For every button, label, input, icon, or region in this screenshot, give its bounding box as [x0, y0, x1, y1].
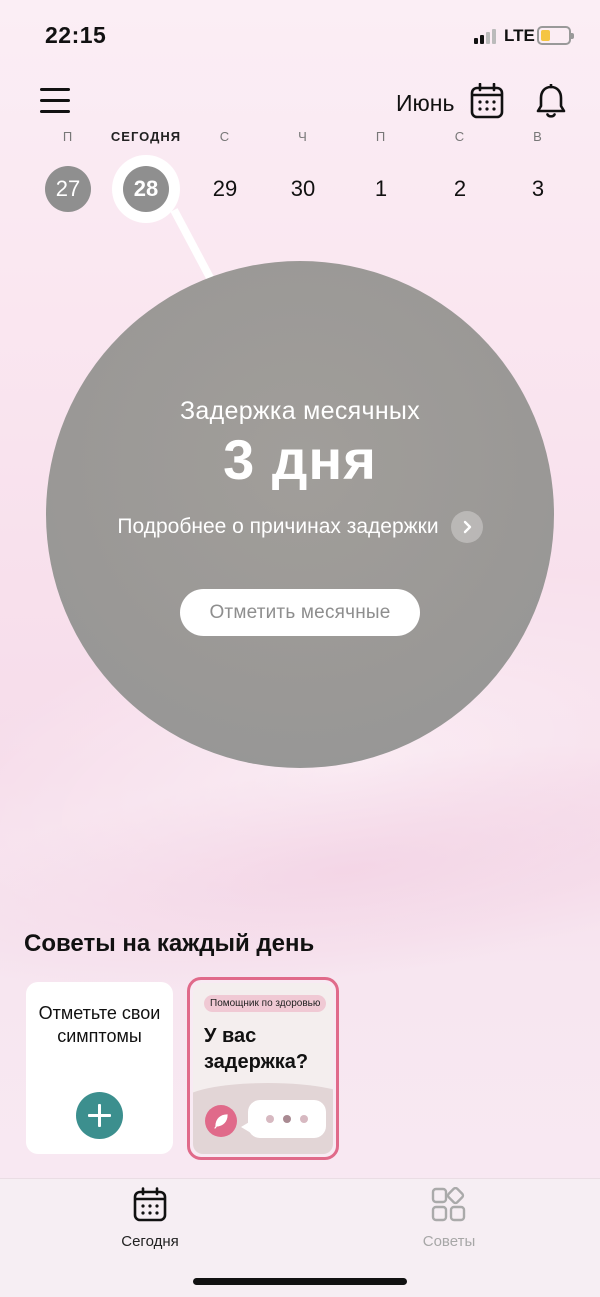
day-number[interactable]: 29 [202, 166, 248, 212]
home-indicator[interactable] [193, 1278, 407, 1285]
health-assistant-story-card[interactable]: Помощник по здоровью У вас задержка? [187, 977, 339, 1160]
delay-value: 3 дня [223, 428, 377, 491]
plus-icon[interactable] [76, 1092, 123, 1139]
delay-caption: Задержка месячных [180, 397, 420, 425]
weekday-label: В [533, 129, 543, 144]
weekday-item[interactable]: П 27 [28, 128, 108, 212]
weekday-item-today[interactable]: СЕГОДНЯ 28 [106, 128, 186, 212]
tab-tips-label: Советы [422, 1233, 476, 1250]
day-number[interactable]: 1 [358, 166, 404, 212]
day-number[interactable]: 27 [45, 166, 91, 212]
weekday-item[interactable]: В 3 [498, 128, 578, 212]
month-label[interactable]: Июнь [396, 90, 454, 117]
day-number-today[interactable]: 28 [123, 166, 169, 212]
weekday-item[interactable]: С 2 [420, 128, 500, 212]
delay-details-label: Подробнее о причинах задержки [117, 515, 439, 538]
tab-today-label: Сегодня [121, 1233, 179, 1250]
weekday-label: Ч [298, 129, 308, 144]
calendar-icon [132, 1187, 168, 1223]
status-time: 22:15 [45, 22, 107, 48]
assistant-avatar [205, 1105, 237, 1137]
mark-period-button[interactable]: Отметить месячные [180, 589, 420, 636]
story-headline: У вас задержка? [204, 1025, 309, 1073]
chevron-right-icon [450, 511, 483, 543]
bell-icon[interactable] [535, 83, 567, 120]
story-badge: Помощник по здоровью [204, 995, 327, 1012]
weekday-label: П [62, 129, 74, 144]
weekday-label: С [219, 129, 231, 144]
today-pointer [170, 208, 216, 283]
weekday-label: С [454, 129, 466, 144]
tab-today[interactable]: Сегодня [90, 1187, 210, 1250]
menu-icon[interactable] [40, 88, 70, 114]
delay-details-link[interactable]: Подробнее о причинах задержки [46, 511, 554, 543]
day-number[interactable]: 3 [515, 166, 561, 212]
weekday-label: П [375, 129, 387, 144]
weekday-item[interactable]: С 29 [185, 128, 265, 212]
tab-tips[interactable]: Советы [389, 1186, 509, 1250]
day-number[interactable]: 30 [280, 166, 326, 212]
grid-icon [431, 1186, 467, 1223]
weekday-label: СЕГОДНЯ [110, 129, 182, 144]
tips-section-title: Советы на каждый день [24, 930, 315, 957]
calendar-icon[interactable] [470, 82, 504, 119]
weekday-item[interactable]: Ч 30 [263, 128, 343, 212]
weekday-item[interactable]: П 1 [341, 128, 421, 212]
log-symptoms-label: Отметьте свои симптомы [38, 1003, 161, 1046]
status-bar: 22:15 LTE [0, 0, 600, 72]
log-symptoms-card[interactable]: Отметьте свои симптомы [26, 982, 173, 1154]
cycle-circle: Задержка месячных 3 дня Подробнее о прич… [46, 261, 554, 768]
battery-icon [537, 26, 574, 45]
day-number[interactable]: 2 [437, 166, 483, 212]
typing-bubble-icon [241, 1100, 326, 1138]
network-type: LTE [504, 26, 535, 45]
signal-icon [474, 28, 496, 44]
